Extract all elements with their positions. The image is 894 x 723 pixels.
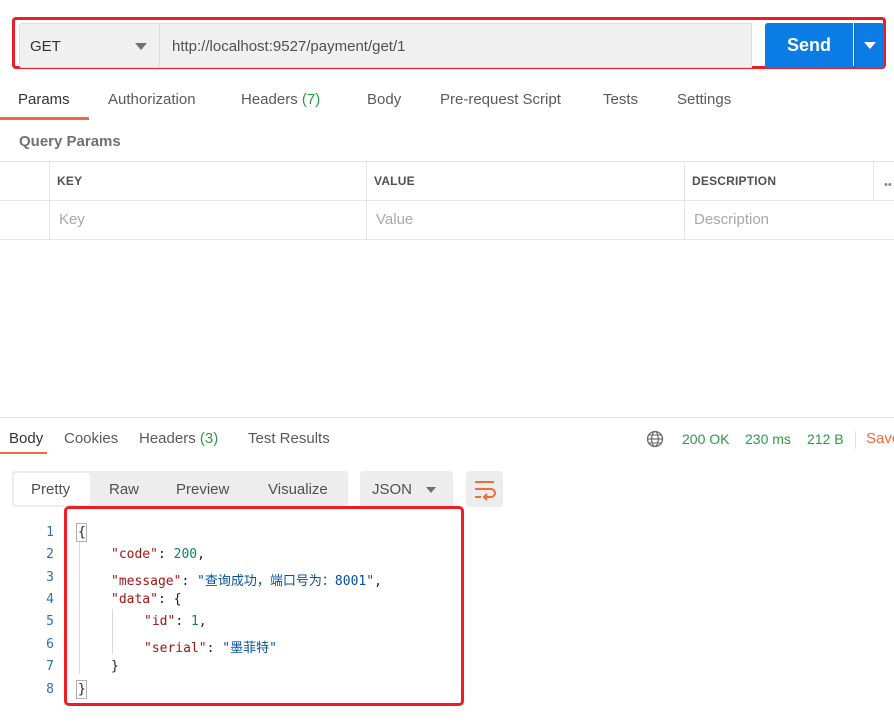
format-label: JSON <box>372 481 413 498</box>
format-select[interactable]: JSON <box>360 471 453 507</box>
request-bar: GET http://localhost:9527/payment/get/1 … <box>12 17 886 69</box>
code-line: "code": 200, <box>111 547 205 562</box>
line-number: 4 <box>46 592 54 607</box>
tab-label: Body <box>367 91 402 108</box>
chevron-down-icon <box>135 43 147 50</box>
tab-label: Headers <box>139 430 196 447</box>
tab-label: Headers <box>241 91 298 108</box>
value-header: VALUE <box>366 162 684 200</box>
query-params-title: Query Params <box>19 133 121 150</box>
divider <box>855 431 856 449</box>
description-placeholder: Description <box>694 211 770 228</box>
response-size[interactable]: 212 B <box>807 431 844 447</box>
json-value: 1 <box>190 614 199 629</box>
mode-preview[interactable]: Preview <box>176 481 229 498</box>
column-header: VALUE <box>374 174 415 188</box>
method-label: GET <box>30 38 61 55</box>
description-input[interactable]: Description <box>684 201 894 239</box>
save-response-button[interactable]: Save <box>866 430 894 447</box>
mode-visualize[interactable]: Visualize <box>268 481 328 498</box>
tab-pre-request-script[interactable]: Pre-request Script <box>440 91 561 108</box>
url-text: http://localhost:9527/payment/get/1 <box>172 38 406 55</box>
code-line: } <box>111 659 119 674</box>
json-value: "墨菲特" <box>222 641 277 656</box>
tab-label: Authorization <box>108 91 196 108</box>
response-tab-headers[interactable]: Headers (3) <box>139 430 218 447</box>
indent-guide <box>79 541 80 674</box>
active-tab-indicator <box>0 117 89 120</box>
tab-label: Params <box>18 91 70 108</box>
chevron-down-icon <box>426 487 436 493</box>
json-key: "data" <box>111 592 158 607</box>
json-value: 200 <box>173 547 198 562</box>
json-value: "查询成功，端口号为：8001" <box>197 574 375 589</box>
table-header-row: KEY VALUE DESCRIPTION •• <box>0 162 894 201</box>
column-header: KEY <box>57 174 83 188</box>
mode-raw[interactable]: Raw <box>109 481 139 498</box>
chevron-down-icon <box>864 42 876 49</box>
tab-label: Settings <box>677 91 732 108</box>
tab-label: Tests <box>603 91 639 108</box>
json-key: "message" <box>111 574 182 589</box>
tab-label: Cookies <box>64 430 119 447</box>
wrap-lines-button[interactable] <box>466 471 503 507</box>
key-placeholder: Key <box>59 211 85 228</box>
line-number: 2 <box>46 547 54 562</box>
send-button[interactable]: Send <box>765 23 853 68</box>
more-column[interactable]: •• <box>873 162 894 200</box>
description-header: DESCRIPTION <box>684 162 874 200</box>
mode-pretty[interactable]: Pretty <box>31 481 70 498</box>
method-select[interactable]: GET <box>19 23 159 68</box>
tab-tests[interactable]: Tests <box>603 91 638 108</box>
request-tabs: Params Authorization Headers (7) Body Pr… <box>0 82 894 120</box>
code-line: "serial": "墨菲特" <box>144 641 277 656</box>
json-key: "id" <box>144 614 176 629</box>
url-input[interactable]: http://localhost:9527/payment/get/1 <box>159 23 752 68</box>
tab-body[interactable]: Body <box>367 91 401 108</box>
json-value: { <box>173 592 182 607</box>
json-key: "serial" <box>144 641 207 656</box>
response-time[interactable]: 230 ms <box>745 431 791 447</box>
params-table: KEY VALUE DESCRIPTION •• Key Value Descr… <box>0 161 894 240</box>
tab-label: Test Results <box>248 430 330 447</box>
tab-authorization[interactable]: Authorization <box>108 91 196 108</box>
status-code[interactable]: 200 OK <box>682 431 729 447</box>
send-options-button[interactable] <box>854 23 884 68</box>
line-number: 3 <box>46 570 54 585</box>
view-mode-switcher: Pretty Raw Preview Visualize <box>12 471 348 507</box>
active-response-tab-indicator <box>0 452 47 454</box>
tab-count: (7) <box>301 91 321 108</box>
key-header: KEY <box>49 162 367 200</box>
tab-settings[interactable]: Settings <box>677 91 731 108</box>
tab-params[interactable]: Params <box>18 91 70 108</box>
response-tab-body[interactable]: Body <box>9 430 43 447</box>
code-line: "id": 1, <box>144 614 207 629</box>
response-tab-test-results[interactable]: Test Results <box>248 430 330 447</box>
value-input[interactable]: Value <box>366 201 684 239</box>
more-icon: •• <box>884 179 892 191</box>
key-input[interactable]: Key <box>49 201 367 239</box>
response-divider <box>0 417 894 418</box>
wrap-icon <box>475 481 496 501</box>
tab-label: Body <box>9 430 44 447</box>
line-number: 1 <box>46 525 54 540</box>
indent-guide <box>112 609 113 654</box>
value-placeholder: Value <box>376 211 414 228</box>
tab-headers[interactable]: Headers (7) <box>241 91 320 108</box>
json-key: "code" <box>111 547 158 562</box>
code-line: "data": { <box>111 592 182 607</box>
line-number: 6 <box>46 637 54 652</box>
line-number: 8 <box>46 682 54 697</box>
column-header: DESCRIPTION <box>692 174 777 188</box>
line-number: 7 <box>46 659 54 674</box>
tab-label: Pre-request Script <box>440 91 561 108</box>
code-line: "message": "查询成功，端口号为：8001", <box>111 574 382 589</box>
code-line: } <box>78 682 86 697</box>
code-line: { <box>78 525 86 540</box>
line-number: 5 <box>46 614 54 629</box>
response-tab-cookies[interactable]: Cookies <box>64 430 118 447</box>
tab-count: (3) <box>199 430 219 447</box>
globe-icon[interactable] <box>646 430 664 448</box>
table-row: Key Value Description <box>0 201 894 240</box>
